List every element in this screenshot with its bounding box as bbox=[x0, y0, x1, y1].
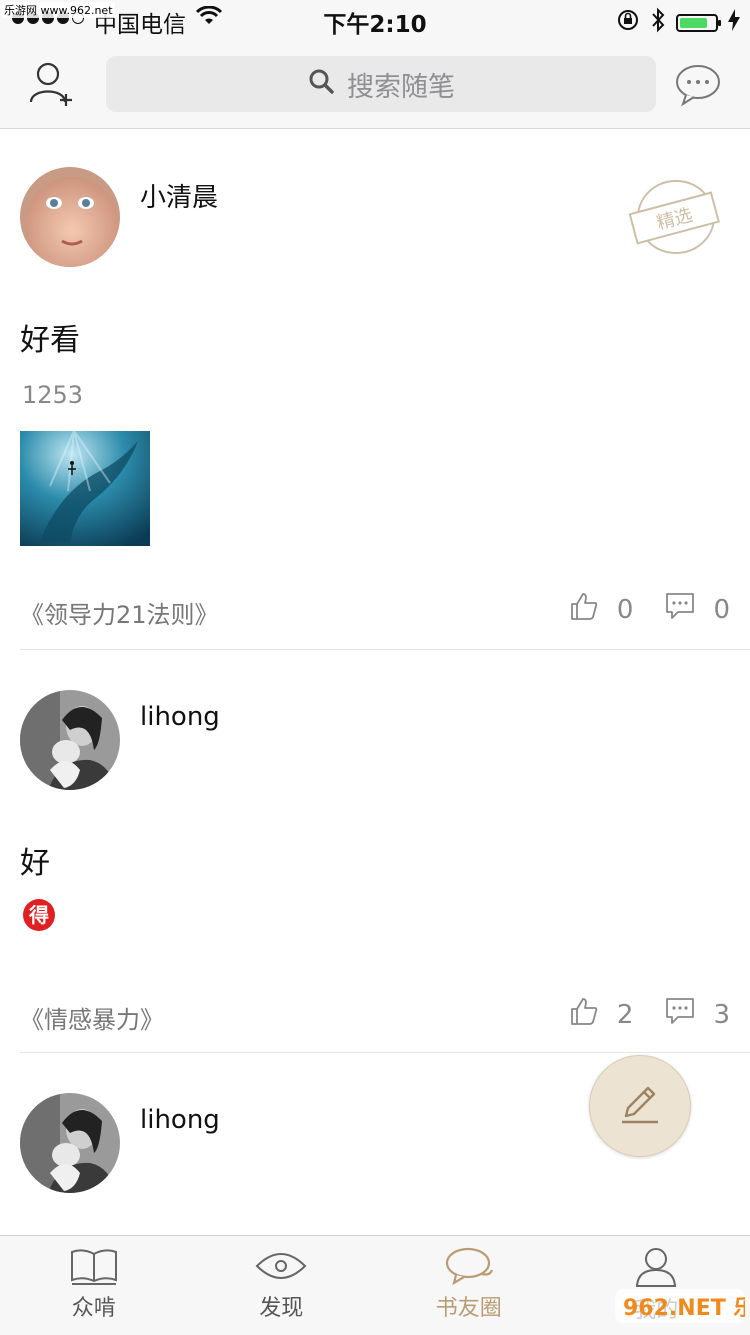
bluetooth-icon bbox=[650, 7, 666, 39]
tab-label: 众啃 bbox=[72, 1290, 116, 1322]
avatar[interactable] bbox=[20, 167, 120, 267]
dedao-icon-label: 得 bbox=[28, 903, 49, 927]
comment-icon bbox=[665, 592, 695, 627]
thumbs-up-icon bbox=[569, 591, 599, 628]
comment-button[interactable]: 0 bbox=[665, 592, 730, 627]
battery-icon bbox=[676, 14, 718, 32]
post-content: 好看 bbox=[20, 315, 80, 359]
eye-icon bbox=[255, 1246, 307, 1286]
post-content: 好 bbox=[20, 838, 50, 882]
status-bar: 中国电信 下午2:10 乐游网 www.962.net bbox=[0, 0, 750, 40]
username[interactable]: 小清晨 bbox=[140, 177, 218, 214]
rotation-lock-icon bbox=[616, 8, 640, 38]
tab-zhongken[interactable]: 众啃 bbox=[0, 1236, 188, 1335]
charging-icon bbox=[728, 9, 740, 37]
book-title[interactable]: 《领导力21法则》 bbox=[20, 595, 219, 630]
avatar[interactable] bbox=[20, 690, 120, 790]
dedao-icon: 得 bbox=[22, 898, 56, 936]
tab-label: 发现 bbox=[259, 1290, 303, 1322]
message-icon[interactable] bbox=[674, 62, 722, 106]
comment-count: 3 bbox=[713, 1000, 730, 1030]
username[interactable]: lihong bbox=[140, 1105, 220, 1135]
search-placeholder: 搜索随笔 bbox=[347, 65, 455, 104]
search-icon bbox=[307, 67, 335, 102]
book-title[interactable]: 《情感暴力》 bbox=[20, 1000, 164, 1035]
like-button[interactable]: 0 bbox=[569, 591, 634, 628]
avatar[interactable] bbox=[20, 1093, 120, 1193]
write-post-button[interactable] bbox=[589, 1055, 691, 1157]
tab-discover[interactable]: 发现 bbox=[188, 1236, 376, 1335]
watermark-top: 乐游网 www.962.net bbox=[2, 2, 115, 18]
featured-stamp: 精选 bbox=[626, 177, 722, 257]
book-icon bbox=[69, 1246, 119, 1286]
comment-count: 0 bbox=[713, 595, 730, 625]
like-count: 2 bbox=[617, 1000, 634, 1030]
feed-post[interactable]: 小清晨 精选 好看 1253 《领导力21法则》 bbox=[20, 129, 750, 650]
watermark-bottom: 962.NET 乐游网 bbox=[615, 1285, 745, 1327]
pencil-icon bbox=[616, 1080, 664, 1132]
post-image[interactable] bbox=[20, 431, 150, 546]
chat-bubbles-icon bbox=[444, 1246, 494, 1286]
person-icon bbox=[634, 1246, 678, 1288]
username[interactable]: lihong bbox=[140, 702, 220, 732]
tab-book-circle[interactable]: 书友圈 bbox=[375, 1236, 563, 1335]
thumbs-up-icon bbox=[569, 996, 599, 1033]
like-count: 0 bbox=[617, 595, 634, 625]
comment-button[interactable]: 3 bbox=[665, 997, 730, 1032]
tab-label: 书友圈 bbox=[436, 1290, 502, 1322]
comment-icon bbox=[665, 997, 695, 1032]
like-button[interactable]: 2 bbox=[569, 996, 634, 1033]
top-navigation: 搜索随笔 bbox=[0, 40, 750, 129]
watermark-text: 962.NET 乐游网 bbox=[623, 1295, 745, 1321]
add-friend-icon[interactable] bbox=[26, 58, 78, 110]
feed-post[interactable]: lihong 好 得 《情感暴力》 2 3 bbox=[20, 650, 750, 1053]
search-bar[interactable]: 搜索随笔 bbox=[106, 56, 656, 112]
post-count: 1253 bbox=[22, 381, 83, 409]
